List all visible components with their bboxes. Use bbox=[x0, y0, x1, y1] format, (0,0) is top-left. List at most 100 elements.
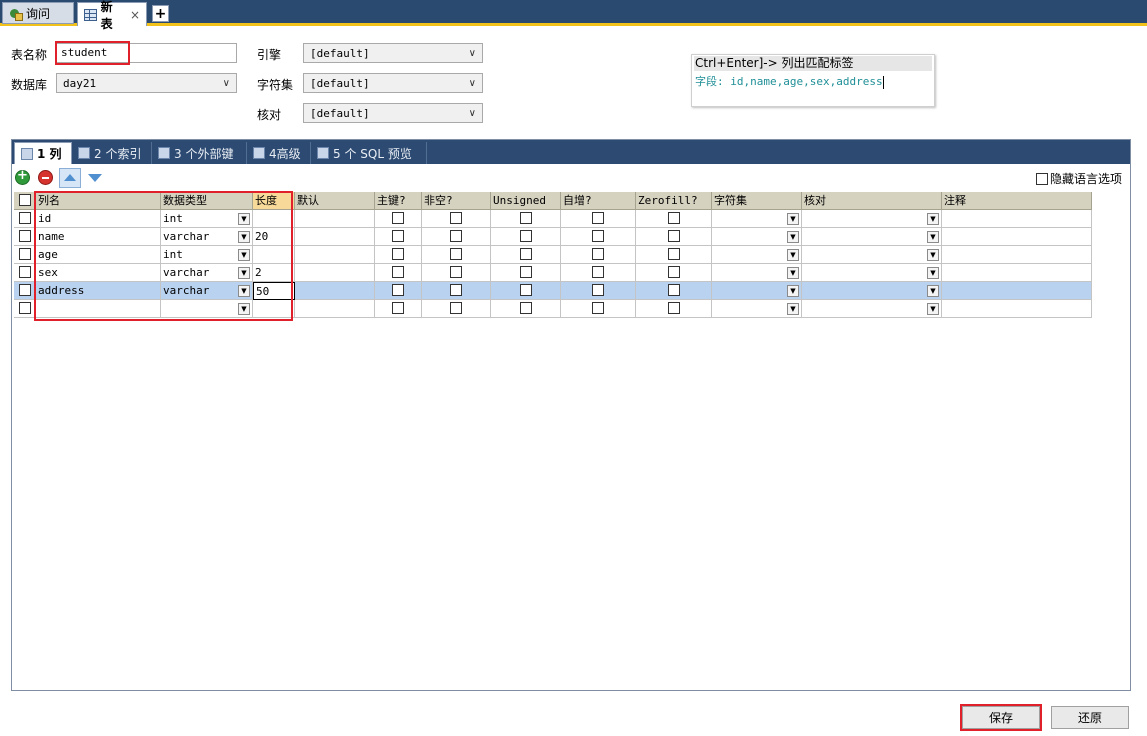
cell-charset[interactable]: ▼ bbox=[712, 228, 802, 246]
zerofill-checkbox[interactable] bbox=[667, 302, 680, 314]
engine-select[interactable]: [default] ∨ bbox=[303, 43, 483, 63]
cell-data-type[interactable]: int ▼ bbox=[161, 246, 253, 264]
cell-default[interactable] bbox=[295, 228, 375, 246]
cell-length-editing[interactable]: 50 bbox=[253, 282, 295, 300]
add-column-icon[interactable] bbox=[15, 168, 30, 185]
cell-default[interactable] bbox=[295, 246, 375, 264]
not-null-checkbox[interactable] bbox=[450, 230, 462, 242]
add-tab-button[interactable]: + bbox=[152, 5, 169, 22]
cell-primary-key[interactable] bbox=[375, 210, 422, 228]
cell-charset[interactable]: ▼ bbox=[712, 210, 802, 228]
dropdown-arrow-icon[interactable]: ▼ bbox=[787, 213, 799, 225]
unsigned-checkbox[interactable] bbox=[519, 284, 532, 296]
database-select[interactable]: day21 ∨ bbox=[56, 73, 237, 93]
cell-primary-key[interactable] bbox=[375, 282, 422, 300]
cell-primary-key[interactable] bbox=[375, 246, 422, 264]
row-select-cell[interactable] bbox=[14, 264, 36, 282]
cell-auto-increment[interactable] bbox=[561, 282, 636, 300]
unsigned-checkbox[interactable] bbox=[519, 302, 532, 314]
cell-zerofill[interactable] bbox=[636, 246, 712, 264]
select-all-cell[interactable] bbox=[14, 192, 36, 210]
header-data-type[interactable]: 数据类型 bbox=[161, 192, 253, 210]
primary-key-checkbox[interactable] bbox=[392, 248, 404, 260]
cell-charset[interactable]: ▼ bbox=[712, 246, 802, 264]
dropdown-arrow-icon[interactable]: ▼ bbox=[238, 267, 250, 279]
header-charset[interactable]: 字符集 bbox=[712, 192, 802, 210]
cell-length[interactable]: 20 bbox=[253, 228, 295, 246]
cell-not-null[interactable] bbox=[422, 210, 491, 228]
header-default[interactable]: 默认 bbox=[295, 192, 375, 210]
cell-auto-increment[interactable] bbox=[561, 300, 636, 318]
header-unsigned[interactable]: Unsigned bbox=[491, 192, 561, 210]
row-select-checkbox[interactable] bbox=[18, 248, 31, 260]
tab-new-table[interactable]: 新表 × bbox=[77, 0, 147, 31]
cell-comment[interactable] bbox=[942, 228, 1092, 246]
primary-key-checkbox[interactable] bbox=[392, 266, 404, 278]
cell-length[interactable]: 2 bbox=[253, 264, 295, 282]
collation-select[interactable]: [default] ∨ bbox=[303, 103, 483, 123]
unsigned-checkbox[interactable] bbox=[519, 248, 532, 260]
zerofill-checkbox[interactable] bbox=[667, 266, 680, 278]
row-select-cell[interactable] bbox=[14, 282, 36, 300]
dropdown-arrow-icon[interactable]: ▼ bbox=[787, 285, 799, 297]
cell-comment[interactable] bbox=[942, 210, 1092, 228]
cell-unsigned[interactable] bbox=[491, 228, 561, 246]
dropdown-arrow-icon[interactable]: ▼ bbox=[927, 231, 939, 243]
cell-comment[interactable] bbox=[942, 300, 1092, 318]
cell-charset[interactable]: ▼ bbox=[712, 264, 802, 282]
cell-auto-increment[interactable] bbox=[561, 228, 636, 246]
unsigned-checkbox[interactable] bbox=[519, 230, 532, 242]
dropdown-arrow-icon[interactable]: ▼ bbox=[787, 303, 799, 315]
not-null-checkbox[interactable] bbox=[450, 284, 462, 296]
cell-column-name[interactable]: name bbox=[36, 228, 161, 246]
cell-column-name[interactable]: id bbox=[36, 210, 161, 228]
cell-charset[interactable]: ▼ bbox=[712, 300, 802, 318]
row-select-cell[interactable] bbox=[14, 228, 36, 246]
primary-key-checkbox[interactable] bbox=[392, 284, 404, 296]
dropdown-arrow-icon[interactable]: ▼ bbox=[787, 267, 799, 279]
cell-data-type[interactable]: varchar ▼ bbox=[161, 282, 253, 300]
cell-default[interactable] bbox=[295, 264, 375, 282]
dropdown-arrow-icon[interactable]: ▼ bbox=[787, 249, 799, 261]
cell-auto-increment[interactable] bbox=[561, 246, 636, 264]
dropdown-arrow-icon[interactable]: ▼ bbox=[927, 213, 939, 225]
cell-comment[interactable] bbox=[942, 246, 1092, 264]
row-select-checkbox[interactable] bbox=[18, 230, 31, 242]
row-select-checkbox[interactable] bbox=[18, 284, 31, 296]
cell-data-type[interactable]: varchar ▼ bbox=[161, 264, 253, 282]
primary-key-checkbox[interactable] bbox=[392, 302, 404, 314]
header-primary-key[interactable]: 主键? bbox=[375, 192, 422, 210]
cell-zerofill[interactable] bbox=[636, 264, 712, 282]
dropdown-arrow-icon[interactable]: ▼ bbox=[238, 231, 250, 243]
cell-zerofill[interactable] bbox=[636, 228, 712, 246]
not-null-checkbox[interactable] bbox=[450, 248, 462, 260]
hide-language-option[interactable]: 隐藏语言选项 bbox=[1035, 170, 1122, 187]
not-null-checkbox[interactable] bbox=[450, 302, 462, 314]
cell-primary-key[interactable] bbox=[375, 228, 422, 246]
delete-column-icon[interactable] bbox=[38, 170, 53, 185]
zerofill-checkbox[interactable] bbox=[667, 212, 680, 224]
cell-zerofill[interactable] bbox=[636, 210, 712, 228]
auto-increment-checkbox[interactable] bbox=[592, 230, 604, 242]
cell-collation[interactable]: ▼ bbox=[802, 246, 942, 264]
cell-collation[interactable]: ▼ bbox=[802, 282, 942, 300]
dropdown-arrow-icon[interactable]: ▼ bbox=[927, 267, 939, 279]
cell-not-null[interactable] bbox=[422, 228, 491, 246]
tab-columns[interactable]: 1 列 bbox=[14, 142, 72, 164]
revert-button[interactable]: 还原 bbox=[1051, 706, 1129, 729]
save-button[interactable]: 保存 bbox=[962, 706, 1040, 729]
cell-data-type[interactable]: int ▼ bbox=[161, 210, 253, 228]
tab-query[interactable]: 询问 bbox=[2, 2, 74, 24]
table-name-input[interactable]: student bbox=[56, 43, 237, 63]
cell-unsigned[interactable] bbox=[491, 300, 561, 318]
cell-default[interactable] bbox=[295, 210, 375, 228]
cell-collation[interactable]: ▼ bbox=[802, 228, 942, 246]
cell-length[interactable] bbox=[253, 210, 295, 228]
primary-key-checkbox[interactable] bbox=[392, 212, 404, 224]
dropdown-arrow-icon[interactable]: ▼ bbox=[238, 285, 250, 297]
cell-not-null[interactable] bbox=[422, 264, 491, 282]
cell-unsigned[interactable] bbox=[491, 246, 561, 264]
not-null-checkbox[interactable] bbox=[450, 266, 462, 278]
move-up-icon[interactable] bbox=[59, 168, 81, 188]
header-not-null[interactable]: 非空? bbox=[422, 192, 491, 210]
